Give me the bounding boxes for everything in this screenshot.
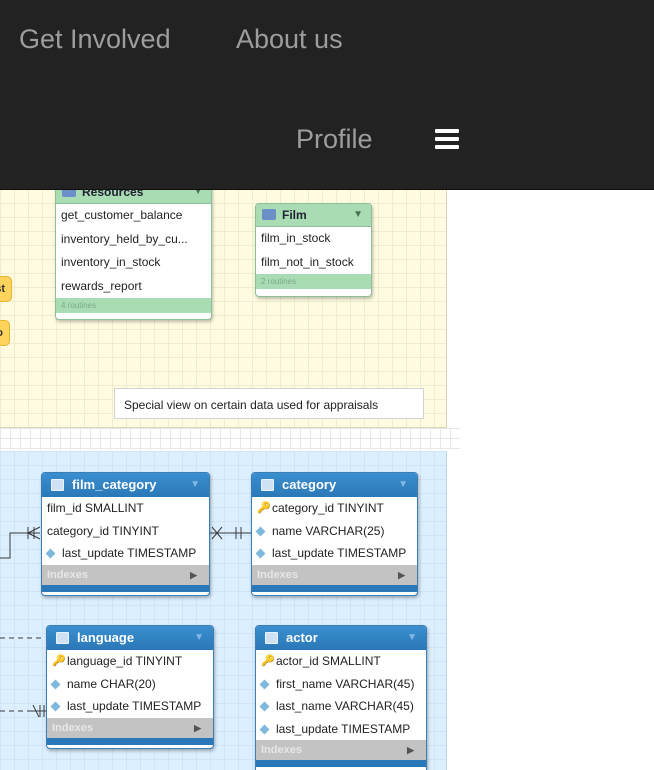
table-header: film_category ▼ bbox=[42, 473, 209, 497]
column-label: category_id TINYINT bbox=[47, 523, 159, 538]
column-diamond-icon bbox=[50, 679, 61, 689]
column-label: language_id TINYINT bbox=[67, 654, 183, 668]
table-category[interactable]: category ▼ 🔑 category_id TINYINT name VAR… bbox=[251, 472, 418, 596]
column-label: last_name VARCHAR(45) bbox=[276, 699, 414, 713]
nav-link-get-involved[interactable]: Get Involved bbox=[19, 23, 171, 55]
table-name: actor bbox=[286, 630, 318, 645]
column-label: category_id TINYINT bbox=[272, 501, 384, 515]
table-column[interactable]: first_name VARCHAR(45) bbox=[256, 672, 426, 695]
column-label: last_update TIMESTAMP bbox=[62, 546, 197, 560]
table-column[interactable]: last_update TIMESTAMP bbox=[252, 542, 417, 565]
indexes-label: Indexes bbox=[47, 568, 88, 581]
indexes-label: Indexes bbox=[261, 744, 302, 756]
table-column[interactable]: last_update TIMESTAMP bbox=[256, 717, 426, 740]
indexes-label: Indexes bbox=[52, 721, 93, 734]
table-actor[interactable]: actor ▼ 🔑 actor_id SMALLINT first_name VA… bbox=[255, 625, 427, 770]
hamburger-menu-icon[interactable] bbox=[433, 127, 461, 151]
table-header: category ▼ bbox=[252, 473, 417, 497]
table-icon bbox=[56, 632, 69, 644]
expand-arrow-icon[interactable]: ▶ bbox=[398, 565, 405, 585]
table-column[interactable]: last_name VARCHAR(45) bbox=[256, 695, 426, 718]
column-diamond-icon bbox=[50, 701, 61, 712]
column-diamond-icon bbox=[45, 548, 56, 559]
column-label: film_id SMALLINT bbox=[47, 501, 144, 515]
table-footer bbox=[42, 584, 209, 592]
table-footer bbox=[252, 584, 417, 592]
column-diamond-icon bbox=[255, 548, 266, 559]
primary-key-icon: 🔑 bbox=[257, 502, 271, 514]
table-icon bbox=[261, 479, 274, 491]
indexes-bar[interactable]: Indexes ▶ bbox=[47, 717, 213, 738]
table-column[interactable]: film_id SMALLINT bbox=[42, 497, 209, 520]
indexes-bar[interactable]: Indexes ▶ bbox=[256, 740, 426, 760]
table-header: actor ▼ bbox=[256, 626, 426, 650]
table-icon bbox=[51, 479, 64, 491]
indexes-bar[interactable]: Indexes ▶ bbox=[42, 564, 209, 585]
table-name: film_category bbox=[72, 477, 157, 492]
table-footer bbox=[256, 760, 426, 767]
primary-key-icon: 🔑 bbox=[52, 655, 66, 667]
expand-arrow-icon[interactable]: ▶ bbox=[194, 718, 201, 738]
column-label: name CHAR(20) bbox=[67, 676, 156, 691]
column-diamond-icon bbox=[259, 679, 270, 689]
table-name: language bbox=[77, 630, 135, 645]
chevron-down-icon[interactable]: ▼ bbox=[190, 473, 200, 497]
column-diamond-icon bbox=[259, 724, 270, 734]
indexes-label: Indexes bbox=[257, 568, 298, 581]
chevron-down-icon[interactable]: ▼ bbox=[194, 626, 204, 650]
table-column[interactable]: 🔑 actor_id SMALLINT bbox=[256, 650, 426, 673]
column-label: last_update TIMESTAMP bbox=[67, 699, 202, 713]
expand-arrow-icon[interactable]: ▶ bbox=[190, 565, 197, 585]
top-navbar: Get Involved About us Profile bbox=[0, 0, 654, 190]
table-icon bbox=[265, 632, 278, 644]
nav-link-about-us[interactable]: About us bbox=[236, 23, 343, 55]
column-label: last_update TIMESTAMP bbox=[276, 721, 411, 736]
expand-arrow-icon[interactable]: ▶ bbox=[407, 740, 414, 760]
column-label: first_name VARCHAR(45) bbox=[276, 676, 415, 691]
table-film-category[interactable]: film_category ▼ film_id SMALLINT categor… bbox=[41, 472, 210, 596]
table-column[interactable]: name VARCHAR(25) bbox=[252, 519, 417, 542]
table-column[interactable]: name CHAR(20) bbox=[47, 672, 213, 695]
indexes-bar[interactable]: Indexes ▶ bbox=[252, 564, 417, 585]
table-column[interactable]: last_update TIMESTAMP bbox=[47, 695, 213, 718]
er-diagram-canvas[interactable]: Resources ▼ get_customer_balance invento… bbox=[0, 189, 654, 770]
table-language[interactable]: language ▼ 🔑 language_id TINYINT name CHA… bbox=[46, 625, 214, 749]
table-column[interactable]: 🔑 category_id TINYINT bbox=[252, 497, 417, 520]
table-footer bbox=[47, 737, 213, 745]
table-header: language ▼ bbox=[47, 626, 213, 650]
chevron-down-icon[interactable]: ▼ bbox=[398, 473, 408, 497]
column-label: actor_id SMALLINT bbox=[276, 654, 381, 668]
table-column[interactable]: last_update TIMESTAMP bbox=[42, 542, 209, 565]
column-diamond-icon bbox=[255, 526, 266, 536]
table-column[interactable]: category_id TINYINT bbox=[42, 519, 209, 542]
primary-key-icon: 🔑 bbox=[261, 655, 275, 667]
table-column[interactable]: 🔑 language_id TINYINT bbox=[47, 650, 213, 673]
chevron-down-icon[interactable]: ▼ bbox=[407, 626, 417, 650]
column-diamond-icon bbox=[259, 701, 270, 712]
table-name: category bbox=[282, 477, 337, 492]
nav-link-profile[interactable]: Profile bbox=[296, 123, 373, 155]
column-label: name VARCHAR(25) bbox=[272, 523, 385, 538]
column-label: last_update TIMESTAMP bbox=[272, 546, 407, 560]
